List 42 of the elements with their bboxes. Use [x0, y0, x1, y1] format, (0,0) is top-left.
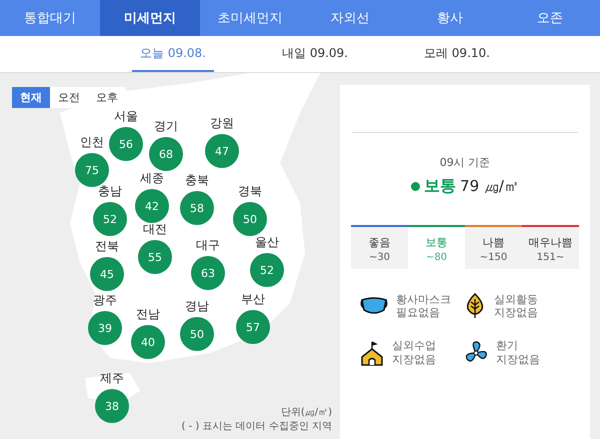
time-tab[interactable]: 현재	[12, 87, 50, 108]
advice-text: 실외활동 지장없음	[494, 293, 538, 320]
unit-note: 단위(㎍/㎥)	[280, 406, 332, 419]
leaf-icon	[464, 293, 486, 320]
reference-time: 09시 기준	[440, 155, 490, 170]
region-name: 울산	[254, 234, 280, 251]
date-tab[interactable]: 오늘 09.08.	[132, 36, 214, 72]
region-name: 제주	[99, 370, 125, 387]
grade-tab[interactable]: 매우나쁨 151~	[522, 225, 579, 269]
region-name: 경기	[153, 118, 179, 135]
region-name: 충북	[184, 172, 210, 189]
date-tab[interactable]: 모레 09.10.	[416, 36, 498, 72]
region-name: 전남	[135, 306, 161, 323]
region-name: 세종	[139, 170, 165, 187]
school-icon	[360, 340, 384, 366]
missing-data-note: ( - ) 표시는 데이터 수집중인 지역	[182, 420, 332, 433]
nav-tab[interactable]: 미세먼지	[100, 0, 200, 36]
region-name: 경남	[184, 298, 210, 315]
region-value[interactable]: 38	[95, 389, 129, 423]
current-value: 79 ㎍/㎥	[460, 177, 519, 196]
region-name: 서울	[113, 108, 139, 125]
date-tab[interactable]: 내일 09.09.	[274, 36, 356, 72]
region-name: 인천	[79, 134, 105, 151]
advice-text: 실외수업 지장없음	[392, 339, 436, 366]
region-name: 대전	[142, 221, 168, 238]
region-name: 전북	[94, 238, 120, 255]
nav-tab[interactable]: 오존	[500, 0, 600, 36]
region-name: 부산	[240, 291, 266, 308]
advice-text: 환기 지장없음	[496, 339, 540, 366]
nav-tab[interactable]: 황사	[400, 0, 500, 36]
nav-tab[interactable]: 초미세먼지	[200, 0, 300, 36]
region-name: 광주	[92, 292, 118, 309]
advice-text: 황사마스크 필요없음	[396, 293, 451, 320]
current-grade: 보통	[424, 176, 456, 197]
grade-tab[interactable]: 좋음 ~30	[351, 225, 408, 269]
nav-tab[interactable]: 통합대기	[0, 0, 100, 36]
region-name: 강원	[209, 115, 235, 132]
region-name: 대구	[195, 237, 221, 254]
mask-icon	[360, 296, 388, 316]
nav-tab[interactable]: 자외선	[300, 0, 400, 36]
region-name: 경북	[237, 183, 263, 200]
grade-tab[interactable]: 나쁨 ~150	[465, 225, 522, 269]
